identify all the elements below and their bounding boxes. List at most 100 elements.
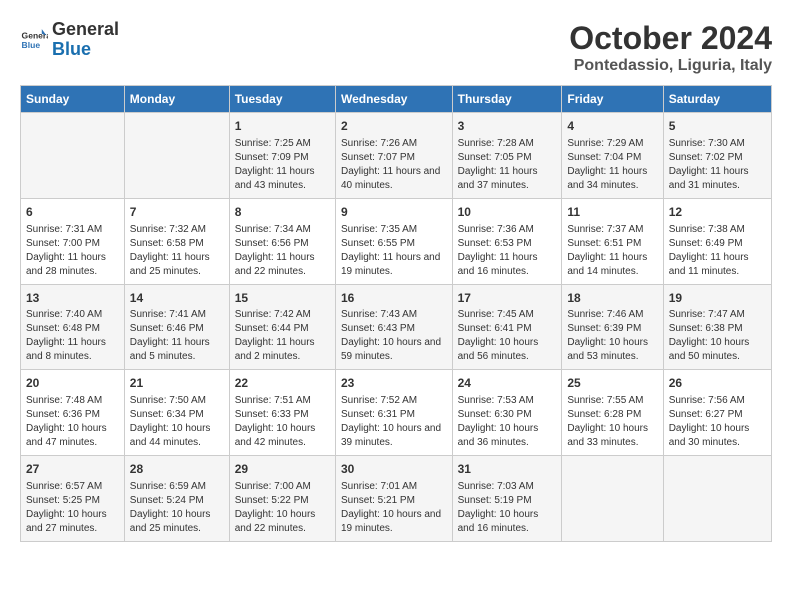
- day-info: Sunrise: 7:40 AM Sunset: 6:48 PM Dayligh…: [26, 308, 119, 364]
- day-cell: [663, 456, 771, 542]
- day-number: 31: [458, 461, 557, 478]
- day-number: 17: [458, 290, 557, 307]
- day-number: 29: [235, 461, 330, 478]
- day-number: 12: [669, 204, 766, 221]
- day-cell: 9 Sunrise: 7:35 AM Sunset: 6:55 PM Daylig…: [335, 198, 452, 284]
- day-number: 30: [341, 461, 447, 478]
- day-cell: [21, 113, 125, 199]
- svg-text:Blue: Blue: [22, 40, 41, 50]
- day-cell: 5 Sunrise: 7:30 AM Sunset: 7:02 PM Daylig…: [663, 113, 771, 199]
- day-number: 6: [26, 204, 119, 221]
- day-info: Sunrise: 7:48 AM Sunset: 6:36 PM Dayligh…: [26, 394, 119, 450]
- day-cell: 15Sunrise: 7:42 AM Sunset: 6:44 PM Dayli…: [229, 284, 335, 370]
- day-number: 10: [458, 204, 557, 221]
- day-info: Sunrise: 7:51 AM Sunset: 6:33 PM Dayligh…: [235, 394, 330, 450]
- day-cell: 12Sunrise: 7:38 AM Sunset: 6:49 PM Dayli…: [663, 198, 771, 284]
- day-info: Sunrise: 7:35 AM Sunset: 6:55 PM Dayligh…: [341, 223, 447, 279]
- weekday-header-wednesday: Wednesday: [335, 86, 452, 113]
- day-info: Sunrise: 7:47 AM Sunset: 6:38 PM Dayligh…: [669, 308, 766, 364]
- logo: General Blue GeneralBlue: [20, 20, 119, 60]
- logo-text: GeneralBlue: [52, 20, 119, 60]
- day-cell: [124, 113, 229, 199]
- day-number: 11: [567, 204, 657, 221]
- calendar-table: SundayMondayTuesdayWednesdayThursdayFrid…: [20, 85, 772, 542]
- weekday-header-saturday: Saturday: [663, 86, 771, 113]
- day-info: Sunrise: 7:26 AM Sunset: 7:07 PM Dayligh…: [341, 137, 447, 193]
- day-cell: 3Sunrise: 7:28 AM Sunset: 7:05 PM Daylig…: [452, 113, 562, 199]
- day-number: 19: [669, 290, 766, 307]
- day-info: Sunrise: 7:00 AM Sunset: 5:22 PM Dayligh…: [235, 480, 330, 536]
- day-number: 26: [669, 375, 766, 392]
- logo-icon: General Blue: [20, 26, 48, 54]
- day-cell: 29 Sunrise: 7:00 AM Sunset: 5:22 PM Dayli…: [229, 456, 335, 542]
- day-info: Sunrise: 7:36 AM Sunset: 6:53 PM Dayligh…: [458, 223, 557, 279]
- day-number: 20: [26, 375, 119, 392]
- day-number: 23: [341, 375, 447, 392]
- day-number: 13: [26, 290, 119, 307]
- day-cell: 16Sunrise: 7:43 AM Sunset: 6:43 PM Dayli…: [335, 284, 452, 370]
- day-number: 14: [130, 290, 224, 307]
- day-cell: 7 Sunrise: 7:32 AM Sunset: 6:58 PM Daylig…: [124, 198, 229, 284]
- day-info: Sunrise: 6:57 AM Sunset: 5:25 PM Dayligh…: [26, 480, 119, 536]
- day-cell: 8 Sunrise: 7:34 AM Sunset: 6:56 PM Daylig…: [229, 198, 335, 284]
- day-number: 22: [235, 375, 330, 392]
- day-cell: 22 Sunrise: 7:51 AM Sunset: 6:33 PM Dayli…: [229, 370, 335, 456]
- day-cell: 30Sunrise: 7:01 AM Sunset: 5:21 PM Dayli…: [335, 456, 452, 542]
- day-info: Sunrise: 7:52 AM Sunset: 6:31 PM Dayligh…: [341, 394, 447, 450]
- day-number: 15: [235, 290, 330, 307]
- day-cell: 26Sunrise: 7:56 AM Sunset: 6:27 PM Dayli…: [663, 370, 771, 456]
- day-cell: 20 Sunrise: 7:48 AM Sunset: 6:36 PM Dayli…: [21, 370, 125, 456]
- location-title: Pontedassio, Liguria, Italy: [569, 57, 772, 75]
- day-cell: 23 Sunrise: 7:52 AM Sunset: 6:31 PM Dayli…: [335, 370, 452, 456]
- day-cell: 24 Sunrise: 7:53 AM Sunset: 6:30 PM Dayli…: [452, 370, 562, 456]
- week-row-1: 1 Sunrise: 7:25 AM Sunset: 7:09 PM Daylig…: [21, 113, 772, 199]
- day-number: 2: [341, 118, 447, 135]
- day-info: Sunrise: 7:03 AM Sunset: 5:19 PM Dayligh…: [458, 480, 557, 536]
- weekday-header-friday: Friday: [562, 86, 663, 113]
- day-cell: 11Sunrise: 7:37 AM Sunset: 6:51 PM Dayli…: [562, 198, 663, 284]
- title-area: October 2024 Pontedassio, Liguria, Italy: [569, 20, 772, 75]
- day-info: Sunrise: 7:25 AM Sunset: 7:09 PM Dayligh…: [235, 137, 330, 193]
- day-number: 8: [235, 204, 330, 221]
- day-info: Sunrise: 7:41 AM Sunset: 6:46 PM Dayligh…: [130, 308, 224, 364]
- week-row-3: 13Sunrise: 7:40 AM Sunset: 6:48 PM Dayli…: [21, 284, 772, 370]
- day-number: 24: [458, 375, 557, 392]
- day-number: 7: [130, 204, 224, 221]
- weekday-header-sunday: Sunday: [21, 86, 125, 113]
- day-number: 9: [341, 204, 447, 221]
- day-info: Sunrise: 7:43 AM Sunset: 6:43 PM Dayligh…: [341, 308, 447, 364]
- day-info: Sunrise: 7:50 AM Sunset: 6:34 PM Dayligh…: [130, 394, 224, 450]
- day-info: Sunrise: 6:59 AM Sunset: 5:24 PM Dayligh…: [130, 480, 224, 536]
- day-cell: 27 Sunrise: 6:57 AM Sunset: 5:25 PM Dayli…: [21, 456, 125, 542]
- week-row-5: 27 Sunrise: 6:57 AM Sunset: 5:25 PM Dayli…: [21, 456, 772, 542]
- day-number: 25: [567, 375, 657, 392]
- day-info: Sunrise: 7:55 AM Sunset: 6:28 PM Dayligh…: [567, 394, 657, 450]
- day-cell: 10 Sunrise: 7:36 AM Sunset: 6:53 PM Dayli…: [452, 198, 562, 284]
- day-cell: 28 Sunrise: 6:59 AM Sunset: 5:24 PM Dayli…: [124, 456, 229, 542]
- day-cell: 1 Sunrise: 7:25 AM Sunset: 7:09 PM Daylig…: [229, 113, 335, 199]
- day-info: Sunrise: 7:45 AM Sunset: 6:41 PM Dayligh…: [458, 308, 557, 364]
- day-info: Sunrise: 7:46 AM Sunset: 6:39 PM Dayligh…: [567, 308, 657, 364]
- day-number: 28: [130, 461, 224, 478]
- day-info: Sunrise: 7:53 AM Sunset: 6:30 PM Dayligh…: [458, 394, 557, 450]
- day-info: Sunrise: 7:30 AM Sunset: 7:02 PM Dayligh…: [669, 137, 766, 193]
- day-cell: 31 Sunrise: 7:03 AM Sunset: 5:19 PM Dayli…: [452, 456, 562, 542]
- day-number: 3: [458, 118, 557, 135]
- day-number: 27: [26, 461, 119, 478]
- day-info: Sunrise: 7:34 AM Sunset: 6:56 PM Dayligh…: [235, 223, 330, 279]
- day-number: 5: [669, 118, 766, 135]
- day-cell: 21Sunrise: 7:50 AM Sunset: 6:34 PM Dayli…: [124, 370, 229, 456]
- day-cell: [562, 456, 663, 542]
- day-number: 1: [235, 118, 330, 135]
- day-cell: 17Sunrise: 7:45 AM Sunset: 6:41 PM Dayli…: [452, 284, 562, 370]
- page-header: General Blue GeneralBlue October 2024 Po…: [20, 20, 772, 75]
- day-info: Sunrise: 7:32 AM Sunset: 6:58 PM Dayligh…: [130, 223, 224, 279]
- svg-text:General: General: [22, 30, 48, 40]
- day-number: 4: [567, 118, 657, 135]
- day-cell: 25 Sunrise: 7:55 AM Sunset: 6:28 PM Dayli…: [562, 370, 663, 456]
- day-number: 18: [567, 290, 657, 307]
- day-cell: 14Sunrise: 7:41 AM Sunset: 6:46 PM Dayli…: [124, 284, 229, 370]
- month-title: October 2024: [569, 20, 772, 57]
- weekday-header-monday: Monday: [124, 86, 229, 113]
- weekday-header-tuesday: Tuesday: [229, 86, 335, 113]
